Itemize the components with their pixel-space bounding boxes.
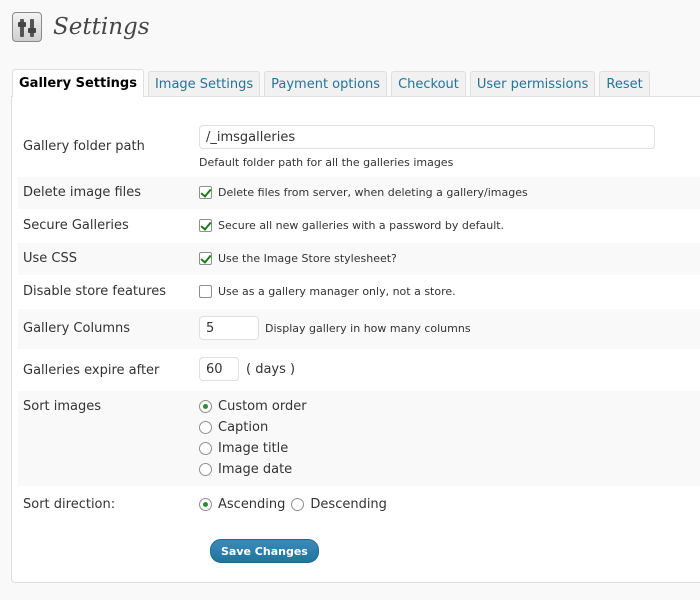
- delete-files-checkbox[interactable]: [199, 186, 212, 199]
- gallery-folder-label: Gallery folder path: [23, 139, 145, 154]
- secure-galleries-checkbox-label: Secure all new galleries with a password…: [218, 219, 505, 232]
- secure-galleries-checkbox[interactable]: [199, 219, 212, 232]
- sort-direction-label: Sort direction:: [23, 497, 116, 512]
- settings-sliders-icon: [12, 12, 42, 42]
- tab-reset[interactable]: Reset: [599, 71, 650, 97]
- row-sort-images: Sort images Custom order Caption Image t…: [18, 391, 700, 486]
- sort-image-title-label: Image title: [218, 441, 289, 456]
- sort-option-caption[interactable]: Caption: [199, 417, 307, 438]
- galleries-expire-label: Galleries expire after: [23, 363, 160, 378]
- direction-descending-radio[interactable]: [291, 498, 305, 511]
- disable-store-label: Disable store features: [23, 284, 167, 299]
- sort-option-image-title[interactable]: Image title: [199, 438, 307, 459]
- sort-option-image-date[interactable]: Image date: [199, 459, 307, 480]
- tab-checkout[interactable]: Checkout: [391, 71, 466, 97]
- galleries-expire-unit: ( days ): [246, 361, 296, 377]
- tab-user-permissions[interactable]: User permissions: [469, 71, 596, 97]
- sort-custom-order-label: Custom order: [218, 399, 307, 414]
- use-css-checkbox[interactable]: [199, 252, 212, 265]
- row-delete-files: Delete image files Delete files from ser…: [18, 177, 700, 209]
- delete-files-checkbox-label: Delete files from server, when deleting …: [218, 186, 528, 199]
- gallery-columns-input[interactable]: 5: [199, 316, 259, 340]
- gallery-folder-input[interactable]: /_imsgalleries: [199, 125, 655, 149]
- disable-store-checkbox[interactable]: [199, 285, 212, 298]
- use-css-label: Use CSS: [23, 251, 77, 266]
- use-css-checkbox-label: Use the Image Store stylesheet?: [218, 252, 397, 265]
- row-secure-galleries: Secure Galleries Secure all new gallerie…: [18, 210, 700, 242]
- sort-image-title-radio[interactable]: [199, 442, 212, 455]
- row-disable-store: Disable store features Use as a gallery …: [18, 276, 700, 308]
- row-gallery-columns: Gallery Columns 5 Display gallery in how…: [18, 309, 700, 349]
- gallery-folder-description: Default folder path for all the gallerie…: [199, 156, 454, 169]
- gallery-columns-description: Display gallery in how many columns: [265, 321, 471, 335]
- disable-store-checkbox-label: Use as a gallery manager only, not a sto…: [218, 285, 456, 298]
- settings-tabs: Gallery Settings Image Settings Payment …: [12, 69, 654, 97]
- row-sort-direction: Sort direction: Ascending Descending: [18, 487, 700, 523]
- sort-image-date-radio[interactable]: [199, 463, 212, 476]
- direction-ascending-label: Ascending: [218, 497, 286, 512]
- direction-descending-label: Descending: [310, 497, 387, 512]
- sort-custom-order-radio[interactable]: [199, 400, 212, 413]
- sort-image-date-label: Image date: [218, 462, 293, 477]
- row-use-css: Use CSS Use the Image Store stylesheet?: [18, 243, 700, 275]
- page-header: Settings: [12, 10, 150, 44]
- row-gallery-folder: Gallery folder path /_imsgalleries Defau…: [18, 118, 700, 176]
- direction-ascending-radio[interactable]: [199, 498, 212, 511]
- galleries-expire-input[interactable]: 60: [199, 357, 239, 381]
- page-title: Settings: [53, 14, 150, 40]
- direction-option-descending[interactable]: Descending: [291, 494, 387, 515]
- sort-images-label: Sort images: [23, 399, 102, 414]
- tab-gallery-settings[interactable]: Gallery Settings: [12, 69, 144, 97]
- tab-image-settings[interactable]: Image Settings: [147, 71, 261, 97]
- direction-option-ascending[interactable]: Ascending: [199, 494, 285, 515]
- secure-galleries-label: Secure Galleries: [23, 218, 129, 233]
- delete-files-label: Delete image files: [23, 185, 142, 200]
- gallery-columns-label: Gallery Columns: [23, 321, 130, 336]
- tab-payment-options[interactable]: Payment options: [264, 71, 388, 97]
- save-changes-button[interactable]: Save Changes: [210, 539, 319, 563]
- sort-option-custom-order[interactable]: Custom order: [199, 396, 307, 417]
- sort-caption-label: Caption: [218, 420, 269, 435]
- row-galleries-expire: Galleries expire after 60 ( days ): [18, 350, 700, 390]
- sort-caption-radio[interactable]: [199, 421, 212, 434]
